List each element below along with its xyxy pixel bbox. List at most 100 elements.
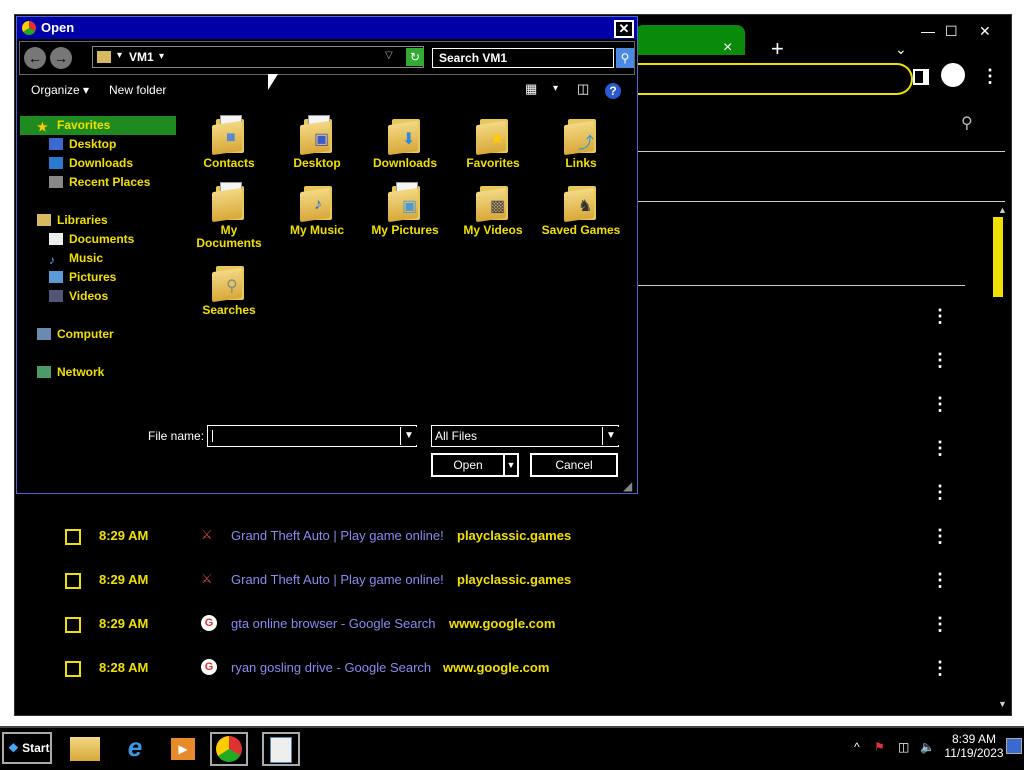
page-title-link[interactable]: gta online browser - Google Search <box>231 616 436 631</box>
history-row[interactable]: 8:28 AM G ryan gosling drive - Google Se… <box>65 655 965 679</box>
taskbar-internet-explorer[interactable]: e <box>116 732 154 766</box>
row-menu-icon[interactable]: ⋮ <box>931 615 949 633</box>
row-checkbox[interactable] <box>65 661 81 677</box>
start-button[interactable]: ❖ Start <box>2 732 52 764</box>
tab-search-chevron-icon[interactable]: ⌄ <box>895 41 907 58</box>
folder-my-videos[interactable]: ▩ My Videos <box>453 182 533 252</box>
preview-pane-icon[interactable]: ◫ <box>577 81 589 97</box>
breadcrumb[interactable]: ▾ VM1 ▾ ▽ <box>92 46 424 68</box>
view-options-icon[interactable]: ▦ <box>525 81 537 97</box>
nav-music[interactable]: ♪ Music <box>49 249 103 268</box>
scroll-up-arrow-icon[interactable]: ▲ <box>998 205 1007 215</box>
cancel-button[interactable]: Cancel <box>530 453 618 477</box>
row-checkbox[interactable] <box>65 617 81 633</box>
breadcrumb-chevron-icon[interactable]: ▾ <box>117 50 122 61</box>
folder-favorites[interactable]: ★ Favorites <box>453 115 533 185</box>
taskbar-document-app[interactable] <box>262 732 300 766</box>
row-menu-icon[interactable]: ⋮ <box>931 307 949 325</box>
address-history-dropdown-icon[interactable]: ▽ <box>385 50 393 61</box>
history-search-icon[interactable]: ⚲ <box>961 113 973 133</box>
history-row[interactable]: 8:29 AM ⚔ Grand Theft Auto | Play game o… <box>65 523 965 547</box>
page-title-link[interactable]: Grand Theft Auto | Play game online! <box>231 528 444 543</box>
history-row[interactable]: 8:29 AM ⚔ Grand Theft Auto | Play game o… <box>65 567 965 591</box>
folder-contacts[interactable]: ■ Contacts <box>189 115 269 185</box>
history-row[interactable]: 8:29 AM G gta online browser - Google Se… <box>65 611 965 635</box>
network-tray-icon[interactable]: ◫ <box>898 740 909 754</box>
scrollbar-thumb[interactable] <box>993 217 1003 297</box>
filename-dropdown-icon[interactable]: ▼ <box>400 427 417 445</box>
open-split-dropdown-icon[interactable]: ▼ <box>503 453 519 477</box>
new-tab-button[interactable]: + <box>771 38 784 60</box>
row-menu-icon[interactable]: ⋮ <box>931 395 949 413</box>
row-menu-icon[interactable]: ⋮ <box>931 527 949 545</box>
maximize-button[interactable]: ☐ <box>945 23 958 40</box>
nav-documents[interactable]: Documents <box>49 230 134 249</box>
taskbar-clock[interactable]: 8:39 AM 11/19/2023 <box>944 732 1004 760</box>
row-menu-icon[interactable]: ⋮ <box>931 571 949 589</box>
file-type-dropdown-icon[interactable]: ▼ <box>602 427 619 445</box>
new-folder-button[interactable]: New folder <box>109 83 166 97</box>
view-dropdown-icon[interactable]: ▾ <box>553 83 558 94</box>
chrome-menu-button[interactable]: ⋮ <box>981 67 999 85</box>
dialog-close-button[interactable]: ✕ <box>614 20 634 38</box>
folder-my-documents[interactable]: My Documents <box>189 182 269 252</box>
search-icon[interactable]: ⚲ <box>616 48 634 68</box>
taskbar-chrome[interactable] <box>210 732 248 766</box>
nav-pictures[interactable]: Pictures <box>49 268 116 287</box>
show-desktop-button[interactable] <box>1006 738 1022 754</box>
breadcrumb-vm1[interactable]: VM1 <box>129 50 154 64</box>
filename-input[interactable]: ▼ <box>207 425 417 447</box>
profile-avatar[interactable] <box>941 63 965 87</box>
help-icon[interactable]: ? <box>605 83 621 99</box>
row-menu-icon[interactable]: ⋮ <box>931 483 949 501</box>
back-arrow-icon[interactable]: ← <box>24 47 46 69</box>
nav-desktop[interactable]: Desktop <box>49 135 116 154</box>
folder-saved-games[interactable]: ♞ Saved Games <box>541 182 621 252</box>
tab-close-icon[interactable]: × <box>723 39 732 57</box>
folder-my-pictures[interactable]: ▣ My Pictures <box>365 182 445 252</box>
domain-link[interactable]: playclassic.games <box>457 572 571 587</box>
nav-downloads[interactable]: Downloads <box>49 154 133 173</box>
nav-favorites[interactable]: ★ Favorites <box>37 116 110 135</box>
dialog-titlebar[interactable]: Open ✕ <box>17 17 637 39</box>
show-hidden-icons-icon[interactable]: ^ <box>854 740 860 754</box>
breadcrumb-chevron-icon[interactable]: ▾ <box>159 51 164 62</box>
row-menu-icon[interactable]: ⋮ <box>931 351 949 369</box>
nav-network[interactable]: Network <box>37 363 104 382</box>
domain-link[interactable]: www.google.com <box>443 660 549 675</box>
folder-downloads[interactable]: ⬇ Downloads <box>365 115 445 185</box>
row-menu-icon[interactable]: ⋮ <box>931 439 949 457</box>
organize-button[interactable]: Organize ▾ <box>31 83 89 97</box>
scroll-down-arrow-icon[interactable]: ▼ <box>998 699 1007 709</box>
folder-links[interactable]: ⤴ Links <box>541 115 621 185</box>
omnibox[interactable] <box>615 63 913 95</box>
resize-grip-icon[interactable]: ◢ <box>623 479 632 493</box>
nav-computer[interactable]: Computer <box>37 325 114 344</box>
minimize-button[interactable]: — <box>921 23 935 39</box>
search-input[interactable]: Search VM1 <box>432 48 614 68</box>
domain-link[interactable]: playclassic.games <box>457 528 571 543</box>
folder-desktop[interactable]: ▣ Desktop <box>277 115 357 185</box>
volume-muted-icon[interactable]: 🔈 <box>920 740 935 754</box>
taskbar-media-player[interactable]: ▶ <box>164 732 202 766</box>
nav-recent-places[interactable]: Recent Places <box>49 173 150 192</box>
action-center-flag-icon[interactable]: ⚑ <box>874 740 885 754</box>
nav-libraries[interactable]: Libraries <box>37 211 108 230</box>
side-panel-icon[interactable] <box>913 69 929 85</box>
refresh-icon[interactable]: ↻ <box>406 48 424 66</box>
forward-arrow-icon[interactable]: → <box>50 47 72 69</box>
window-close-button[interactable]: ✕ <box>979 23 991 40</box>
row-menu-icon[interactable]: ⋮ <box>931 659 949 677</box>
open-button[interactable]: Open <box>431 453 505 477</box>
nav-videos[interactable]: Videos <box>49 287 108 306</box>
row-checkbox[interactable] <box>65 529 81 545</box>
row-checkbox[interactable] <box>65 573 81 589</box>
domain-link[interactable]: www.google.com <box>449 616 555 631</box>
page-title-link[interactable]: Grand Theft Auto | Play game online! <box>231 572 444 587</box>
folder-searches[interactable]: ⚲ Searches <box>189 262 269 332</box>
chrome-app-icon <box>22 21 36 35</box>
page-title-link[interactable]: ryan gosling drive - Google Search <box>231 660 431 675</box>
file-type-select[interactable]: All Files ▼ <box>431 425 619 447</box>
folder-my-music[interactable]: ♪ My Music <box>277 182 357 252</box>
taskbar-explorer[interactable] <box>66 732 104 766</box>
